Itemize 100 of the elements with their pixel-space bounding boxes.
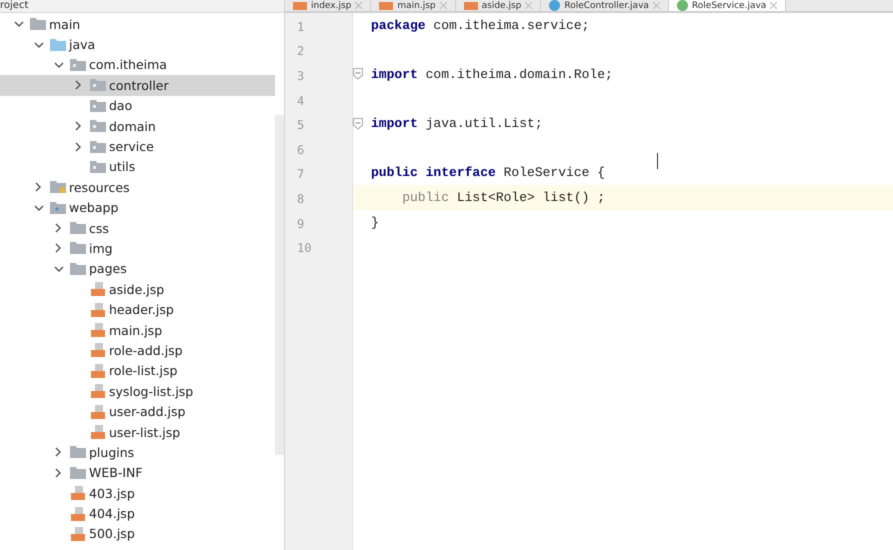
folder-icon [90,140,106,154]
folder-icon [70,58,86,72]
tree-item-label: resources [69,180,130,195]
tree-item[interactable]: service [0,136,275,157]
tree-item[interactable]: 403.jsp [0,482,275,504]
folder-icon [50,180,66,194]
tree-item-label: webapp [69,200,118,216]
code-line: public interface RoleService { [370,165,606,180]
fold-icon[interactable] [353,118,363,130]
chevron-right-icon[interactable] [74,121,82,132]
folder-icon [50,38,66,52]
folder-icon [90,78,106,92]
tree-item-label: WEB-INF [89,465,143,480]
tree-item[interactable]: user-add.jsp [0,401,275,422]
tree-item[interactable]: role-list.jsp [0,360,275,382]
tree-item-label: role-list.jsp [109,363,178,378]
folder-icon [90,119,106,134]
tree-item-label: user-add.jsp [109,404,186,420]
tree-item[interactable]: main [0,14,275,34]
text-cursor-icon [657,153,658,169]
tree-item-label: service [109,139,154,154]
chevron-down-icon[interactable] [34,204,44,212]
jsp-file-icon [90,342,106,358]
tree-item[interactable]: webapp [0,198,275,218]
tree-item-label: aside.jsp [109,282,164,297]
tree-item[interactable]: plugins [0,442,275,463]
tree-item-label: dao [109,98,132,114]
tree-item[interactable]: utils [0,156,275,178]
line-number: 1 [297,20,304,34]
tree-item[interactable]: controller [0,75,275,96]
tree-item[interactable]: domain [0,116,275,136]
tree-item-label: user-list.jsp [109,424,180,440]
folder-icon [70,262,86,276]
tree-item-label: role-add.jsp [109,342,183,358]
jsp-file-icon [90,322,106,338]
folder-icon [70,241,86,256]
tree-item[interactable]: dao [0,96,275,116]
tree-item-label: com.itheima [89,57,167,72]
tree-item[interactable]: header.jsp [0,299,275,320]
tree-item[interactable]: aside.jsp [0,279,275,300]
tree-item-label: controller [109,78,169,93]
class-icon [549,0,560,11]
tree-item[interactable]: WEB-INF [0,462,275,483]
tree-item[interactable]: img [0,238,275,259]
code-line: } [370,214,379,230]
tree-item-label: 403.jsp [89,486,135,501]
line-number: 8 [297,192,304,206]
folder-icon [50,200,66,215]
tree-item-label: pages [89,261,127,276]
folder-icon [30,17,46,32]
jsp-file-icon [293,2,307,10]
tree-item[interactable]: java [0,34,275,55]
tree-item[interactable]: pages [0,258,275,280]
tree-item[interactable]: main.jsp [0,320,275,340]
editor-tab[interactable]: index.jsp [285,0,372,11]
fold-icon[interactable] [353,68,363,80]
line-number: 7 [297,167,304,182]
jsp-file-icon [90,281,106,298]
editor-tab[interactable]: RoleController.java [541,0,669,11]
chevron-down-icon[interactable] [54,264,64,273]
tree-item-label: main.jsp [109,322,162,338]
folder-icon [70,445,86,460]
tree-item-label: syslog-list.jsp [109,384,194,399]
chevron-down-icon[interactable] [34,40,44,49]
tree-item[interactable]: 404.jsp [0,503,275,524]
chevron-right-icon[interactable] [74,80,82,90]
tree-item-label: utils [109,159,136,174]
tree-item[interactable]: role-add.jsp [0,340,275,361]
chevron-down-icon[interactable] [54,60,64,69]
chevron-right-icon[interactable] [74,142,82,152]
chevron-right-icon[interactable] [34,182,42,192]
tree-item[interactable]: com.itheima [0,54,275,76]
jsp-file-icon [70,506,86,522]
chevron-down-icon[interactable] [14,20,24,28]
jsp-file-icon [90,424,106,440]
jsp-file-icon [90,362,106,379]
tree-item-label: 404.jsp [89,506,135,522]
chevron-right-icon[interactable] [54,243,62,254]
tree-item[interactable]: resources [0,177,275,198]
chevron-right-icon[interactable] [54,223,62,234]
tree-item[interactable]: user-list.jsp [0,422,275,442]
editor-tab[interactable]: main.jsp [371,0,456,11]
jsp-file-icon [90,383,106,400]
code-line: public List<Role> list() ; [401,190,606,205]
tree-item-label: header.jsp [109,302,174,318]
tree-item-label: java [69,37,96,52]
tree-item-label: css [89,220,109,236]
folder-icon [70,221,86,236]
scrollbar[interactable] [275,115,284,455]
editor-tab[interactable]: RoleService.java [668,0,786,11]
line-number: 10 [297,241,312,256]
chevron-right-icon[interactable] [54,468,62,478]
tree-item-label: 500.jsp [89,526,135,542]
tree-item[interactable]: css [0,218,275,238]
editor-tab[interactable]: aside.jsp [456,0,542,11]
panel-title: roject [0,1,28,11]
chevron-right-icon[interactable] [54,447,62,458]
tree-item[interactable]: syslog-list.jsp [0,381,275,402]
line-number: 5 [297,118,304,132]
tree-item[interactable]: 500.jsp [0,524,275,544]
